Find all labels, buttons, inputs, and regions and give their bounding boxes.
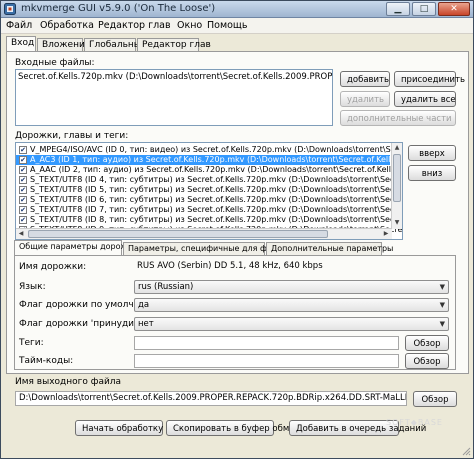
scroll-left-icon[interactable]: ◀ bbox=[16, 229, 26, 239]
append-button[interactable]: присоединить bbox=[394, 71, 465, 87]
track-label: S_TEXT/UTF8 (ID 8, тип: субтитры) из Sec… bbox=[30, 215, 402, 224]
chevron-down-icon: ▼ bbox=[439, 320, 445, 328]
default-flag-select[interactable]: да ▼ bbox=[134, 298, 449, 312]
track-label: S_TEXT/UTF8 (ID 4, тип: субтитры) из Sec… bbox=[30, 175, 402, 184]
remove-all-button[interactable]: удалить все bbox=[394, 91, 456, 107]
output-file-field[interactable]: D:\Downloads\torrent\Secret.of.Kells.200… bbox=[15, 391, 407, 406]
menu-chapter-editor[interactable]: Редактор глав bbox=[98, 20, 171, 31]
track-name-field[interactable]: RUS AVO (Serbin) DD 5.1, 48 kHz, 640 kbp… bbox=[134, 260, 449, 274]
start-muxing-button[interactable]: Начать обработку bbox=[75, 420, 163, 436]
tab-attachments[interactable]: Вложения bbox=[37, 38, 90, 52]
default-flag-value: да bbox=[138, 300, 150, 310]
language-value: rus (Russian) bbox=[138, 282, 194, 292]
scroll-up-icon[interactable]: ▲ bbox=[392, 143, 402, 153]
track-row[interactable]: ✔ S_TEXT/UTF8 (ID 7, тип: субтитры) из Se… bbox=[16, 205, 402, 215]
track-options-panel: Имя дорожки: RUS AVO (Serbin) DD 5.1, 48… bbox=[14, 255, 456, 370]
menu-file[interactable]: Файл bbox=[6, 20, 32, 31]
forced-flag-select[interactable]: нет ▼ bbox=[134, 317, 449, 331]
menu-processing[interactable]: Обработка bbox=[40, 20, 94, 31]
tags-browse-button[interactable]: Обзор bbox=[405, 335, 449, 351]
watermark: SOFT◆BASE bbox=[386, 418, 443, 427]
input-files-label: Входные файлы: bbox=[15, 58, 95, 68]
language-select[interactable]: rus (Russian) ▼ bbox=[134, 280, 449, 294]
track-row[interactable]: ✔ S_TEXT/UTF8 (ID 6, тип: субтитры) из Se… bbox=[16, 195, 402, 205]
track-row[interactable]: ✔ V_MPEG4/ISO/AVC (ID 0, тип: видео) из S… bbox=[16, 145, 402, 155]
output-browse-button[interactable]: Обзор bbox=[413, 391, 457, 407]
tracks-label: Дорожки, главы и теги: bbox=[15, 131, 129, 141]
chevron-down-icon: ▼ bbox=[439, 283, 445, 291]
track-checkbox[interactable]: ✔ bbox=[19, 206, 27, 214]
tab-format-specific-options[interactable]: Параметры, специфичные для формата bbox=[123, 242, 297, 256]
remove-button[interactable]: удалить bbox=[340, 91, 390, 107]
scroll-right-icon[interactable]: ▶ bbox=[381, 229, 391, 239]
track-label: A_AAC (ID 2, тип: аудио) из Secret.of.Ke… bbox=[30, 165, 402, 174]
vertical-scroll-thumb[interactable] bbox=[393, 154, 401, 202]
tags-field[interactable] bbox=[134, 336, 399, 350]
tab-extra-options[interactable]: Дополнительные параметры bbox=[266, 242, 393, 256]
track-label: A_AC3 (ID 1, тип: аудио) из Secret.of.Ke… bbox=[30, 155, 402, 164]
track-row[interactable]: ✔ S_TEXT/UTF8 (ID 4, тип: субтитры) из Se… bbox=[16, 175, 402, 185]
scroll-down-icon[interactable]: ▼ bbox=[392, 218, 402, 228]
additional-parts-button[interactable]: дополнительные части bbox=[340, 110, 456, 126]
track-row[interactable]: ✔ S_TEXT/UTF8 (ID 5, тип: субтитры) из Se… bbox=[16, 185, 402, 195]
add-to-queue-button[interactable]: Добавить в очередь заданий bbox=[289, 420, 426, 436]
tab-input[interactable]: Вход bbox=[6, 36, 36, 52]
tracks-vertical-scrollbar[interactable]: ▲ ▼ bbox=[391, 143, 402, 229]
track-name-label: Имя дорожки: bbox=[19, 262, 87, 272]
track-checkbox[interactable]: ✔ bbox=[19, 216, 27, 224]
move-down-button[interactable]: вниз bbox=[408, 165, 456, 181]
tab-chapter-editor[interactable]: Редактор глав bbox=[137, 38, 211, 52]
input-files-list[interactable]: Secret.of.Kells.720p.mkv (D:\Downloads\t… bbox=[15, 69, 333, 126]
timecodes-field[interactable] bbox=[134, 354, 399, 368]
timecodes-label: Тайм-коды: bbox=[19, 356, 74, 366]
tab-global[interactable]: Глобальные bbox=[84, 38, 146, 52]
track-label: S_TEXT/UTF8 (ID 7, тип: субтитры) из Sec… bbox=[30, 205, 402, 214]
move-up-button[interactable]: вверх bbox=[408, 145, 456, 161]
close-icon: ✕ bbox=[450, 4, 458, 14]
menu-help[interactable]: Помощь bbox=[207, 20, 247, 31]
title-bar[interactable]: mkvmerge GUI v5.9.0 ('On The Loose') ▁ □… bbox=[1, 1, 473, 18]
forced-flag-value: нет bbox=[138, 319, 154, 329]
track-label: S_TEXT/UTF8 (ID 5, тип: субтитры) из Sec… bbox=[30, 185, 402, 194]
output-file-label: Имя выходного файла bbox=[15, 377, 122, 387]
tags-label: Теги: bbox=[19, 338, 44, 348]
track-checkbox[interactable]: ✔ bbox=[19, 146, 27, 154]
chevron-down-icon: ▼ bbox=[439, 301, 445, 309]
track-label: S_TEXT/UTF8 (ID 6, тип: субтитры) из Sec… bbox=[30, 195, 402, 204]
track-checkbox[interactable]: ✔ bbox=[19, 186, 27, 194]
input-file-item[interactable]: Secret.of.Kells.720p.mkv (D:\Downloads\t… bbox=[18, 72, 332, 82]
maximize-button[interactable]: □ bbox=[412, 2, 436, 16]
track-checkbox[interactable]: ✔ bbox=[19, 196, 27, 204]
track-row[interactable]: ✔ A_AAC (ID 2, тип: аудио) из Secret.of.K… bbox=[16, 165, 402, 175]
resize-grip-icon[interactable] bbox=[461, 446, 471, 456]
window-title: mkvmerge GUI v5.9.0 ('On The Loose') bbox=[21, 3, 216, 14]
copy-to-clipboard-button[interactable]: Скопировать в буфер обмена bbox=[166, 420, 305, 436]
tracks-list[interactable]: ✔ V_MPEG4/ISO/AVC (ID 0, тип: видео) из S… bbox=[15, 142, 403, 240]
mkvmerge-app-icon bbox=[4, 3, 16, 15]
menu-bar: Файл Обработка Редактор глав Окно Помощь bbox=[1, 18, 473, 34]
app-window: mkvmerge GUI v5.9.0 ('On The Loose') ▁ □… bbox=[0, 0, 474, 459]
track-row[interactable]: ✔ S_TEXT/UTF8 (ID 8, тип: субтитры) из Se… bbox=[16, 215, 402, 225]
track-row[interactable]: ✔ A_AC3 (ID 1, тип: аудио) из Secret.of.K… bbox=[16, 155, 402, 165]
menu-window[interactable]: Окно bbox=[177, 20, 202, 31]
minimize-icon: ▁ bbox=[394, 4, 402, 14]
track-label: V_MPEG4/ISO/AVC (ID 0, тип: видео) из Se… bbox=[30, 145, 402, 154]
language-label: Язык: bbox=[19, 282, 46, 292]
minimize-button[interactable]: ▁ bbox=[386, 2, 410, 16]
maximize-icon: □ bbox=[419, 4, 429, 14]
tab-general-track-options[interactable]: Общие параметры дорожки bbox=[14, 240, 138, 256]
track-checkbox[interactable]: ✔ bbox=[19, 166, 27, 174]
close-button[interactable]: ✕ bbox=[438, 2, 470, 16]
tracks-horizontal-scrollbar[interactable]: ◀ ▶ bbox=[16, 228, 392, 239]
timecodes-browse-button[interactable]: Обзор bbox=[405, 353, 449, 369]
horizontal-scroll-thumb[interactable] bbox=[28, 230, 328, 238]
track-checkbox[interactable]: ✔ bbox=[19, 176, 27, 184]
add-button[interactable]: добавить bbox=[340, 71, 390, 87]
track-checkbox[interactable]: ✔ bbox=[19, 156, 27, 164]
